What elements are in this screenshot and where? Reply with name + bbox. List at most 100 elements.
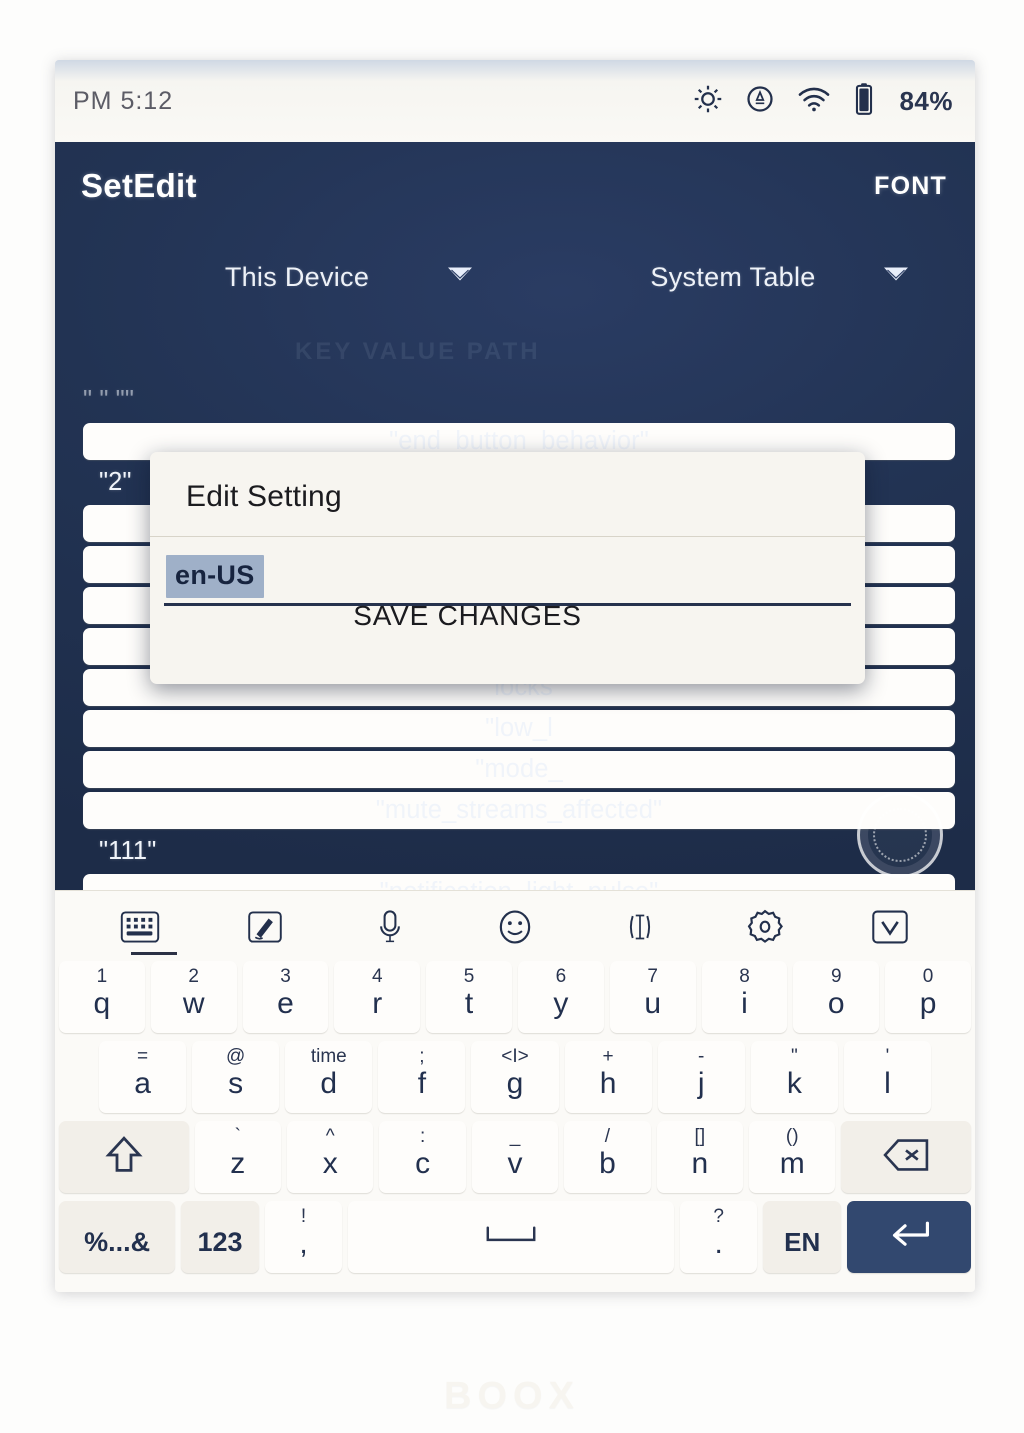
comma-key[interactable]: !, — [264, 1201, 343, 1273]
key-r[interactable]: 4r — [334, 961, 421, 1033]
key-sub: + — [602, 1046, 614, 1067]
status-bar: PM 5:12 84% — [55, 60, 975, 142]
table-row[interactable]: "notification_light_pulse""1" — [83, 874, 955, 890]
key-sub: = — [137, 1046, 149, 1067]
key-label: l — [884, 1067, 891, 1100]
backspace-key[interactable] — [841, 1121, 972, 1193]
table-row[interactable]: "mute_streams_affected" "111" — [83, 792, 955, 870]
space-key[interactable] — [348, 1201, 674, 1273]
key-label: d — [320, 1067, 338, 1100]
selected-text-highlight[interactable]: en-US — [166, 555, 264, 598]
key-l[interactable]: ' l — [843, 1041, 931, 1113]
key-i[interactable]: 8i — [701, 961, 788, 1033]
key-sub: <I> — [501, 1046, 529, 1067]
shift-key[interactable] — [59, 1121, 189, 1193]
chevron-down-icon — [883, 267, 909, 288]
key-e[interactable]: 3e — [242, 961, 329, 1033]
key-sub: ? — [713, 1206, 724, 1227]
edit-setting-dialog: Edit Setting en-US SAVE CHANGES — [150, 452, 865, 684]
onscreen-keyboard: 1q 2w 3e 4r 5t 6y 7u 8i 9o 0p = a @ s time… — [55, 890, 975, 1292]
edit-value-input[interactable] — [164, 553, 851, 599]
keyboard-row-2: = a @ s time d ; f <I> g + h -j " k ' l — [55, 1037, 975, 1117]
key-sub: ` — [234, 1126, 241, 1147]
brightness-icon[interactable] — [693, 84, 723, 119]
page-title: SetEdit — [81, 167, 197, 204]
status-icons: 84% — [693, 82, 953, 121]
shift-icon — [104, 1134, 144, 1181]
settings-gear-icon[interactable] — [736, 901, 794, 953]
key-sub: 5 — [463, 966, 475, 987]
language-key[interactable]: EN — [763, 1201, 841, 1273]
period-key[interactable]: ?. — [679, 1201, 758, 1273]
key-sub: [] — [694, 1126, 706, 1147]
handwriting-icon[interactable] — [236, 901, 294, 953]
key-label: o — [827, 987, 845, 1020]
symbols-key[interactable]: %...& — [59, 1201, 176, 1273]
wifi-icon[interactable] — [797, 84, 831, 119]
key-y[interactable]: 6y — [517, 961, 604, 1033]
key-p[interactable]: 0p — [885, 961, 971, 1033]
key-sub: : — [419, 1126, 426, 1147]
key-o[interactable]: 9o — [793, 961, 880, 1033]
key-sub: 7 — [647, 966, 658, 987]
key-f[interactable]: ; f — [378, 1041, 466, 1113]
keyboard-icon[interactable] — [111, 901, 169, 953]
key-sub: @ — [226, 1046, 246, 1067]
key-label: k — [786, 1067, 802, 1100]
key-label: m — [779, 1147, 805, 1180]
key-sub: ^ — [325, 1126, 335, 1147]
numbers-key[interactable]: 123 — [181, 1201, 259, 1273]
key-label: t — [464, 987, 474, 1020]
keyboard-row-3: ` z ^ x :c _ v / b [] n () m — [55, 1117, 975, 1197]
font-button[interactable]: FONT — [874, 172, 947, 201]
key-b[interactable]: / b — [564, 1121, 651, 1193]
key-u[interactable]: 7u — [609, 961, 696, 1033]
key-label: q — [93, 987, 111, 1020]
key-z[interactable]: ` z — [194, 1121, 281, 1193]
space-icon — [483, 1224, 539, 1251]
enter-key[interactable] — [846, 1201, 971, 1273]
key-x[interactable]: ^ x — [287, 1121, 374, 1193]
key-sub: 9 — [830, 966, 842, 987]
key-label: y — [553, 987, 569, 1020]
spinner-system-table[interactable]: System Table — [515, 246, 951, 308]
key-w[interactable]: 2w — [150, 961, 237, 1033]
key-d[interactable]: time d — [285, 1041, 373, 1113]
chevron-down-icon — [447, 267, 473, 288]
key-j[interactable]: -j — [657, 1041, 745, 1113]
key-a[interactable]: = a — [99, 1041, 187, 1113]
emoji-icon[interactable] — [486, 901, 544, 953]
text-cursor-icon[interactable] — [611, 901, 669, 953]
spinner-this-device[interactable]: This Device — [79, 246, 515, 308]
row-key: "mode_ — [83, 751, 955, 788]
key-label: r — [372, 987, 383, 1020]
collapse-keyboard-icon[interactable] — [861, 901, 919, 953]
key-k[interactable]: " k — [750, 1041, 838, 1113]
key-sub: time — [310, 1046, 347, 1067]
table-row[interactable]: "low_l — [83, 710, 955, 747]
key-label: . — [714, 1227, 723, 1260]
key-q[interactable]: 1q — [59, 961, 145, 1033]
key-n[interactable]: [] n — [656, 1121, 744, 1193]
key-c[interactable]: :c — [379, 1121, 466, 1193]
key-h[interactable]: + h — [564, 1041, 652, 1113]
key-sub: / — [604, 1126, 611, 1147]
setedit-app: SetEdit FONT This Device System Table KE… — [55, 142, 975, 890]
microphone-icon[interactable] — [361, 901, 419, 953]
key-sub: ! — [300, 1206, 307, 1227]
key-label: , — [299, 1227, 308, 1260]
key-sub: 2 — [188, 966, 199, 987]
key-sub: 6 — [555, 966, 567, 987]
battery-percent: 84% — [899, 85, 953, 116]
key-s[interactable]: @ s — [192, 1041, 280, 1113]
table-row[interactable]: "mode_ — [83, 751, 955, 788]
key-m[interactable]: () m — [749, 1121, 836, 1193]
key-t[interactable]: 5t — [426, 961, 512, 1033]
enter-icon — [884, 1216, 934, 1259]
key-v[interactable]: _ v — [471, 1121, 559, 1193]
key-label: p — [919, 987, 937, 1020]
save-changes-button[interactable]: SAVE CHANGES — [150, 600, 865, 632]
key-g[interactable]: <I> g — [471, 1041, 559, 1113]
rotation-lock-icon[interactable] — [745, 84, 775, 119]
list-item[interactable]: " " "" — [83, 388, 955, 419]
